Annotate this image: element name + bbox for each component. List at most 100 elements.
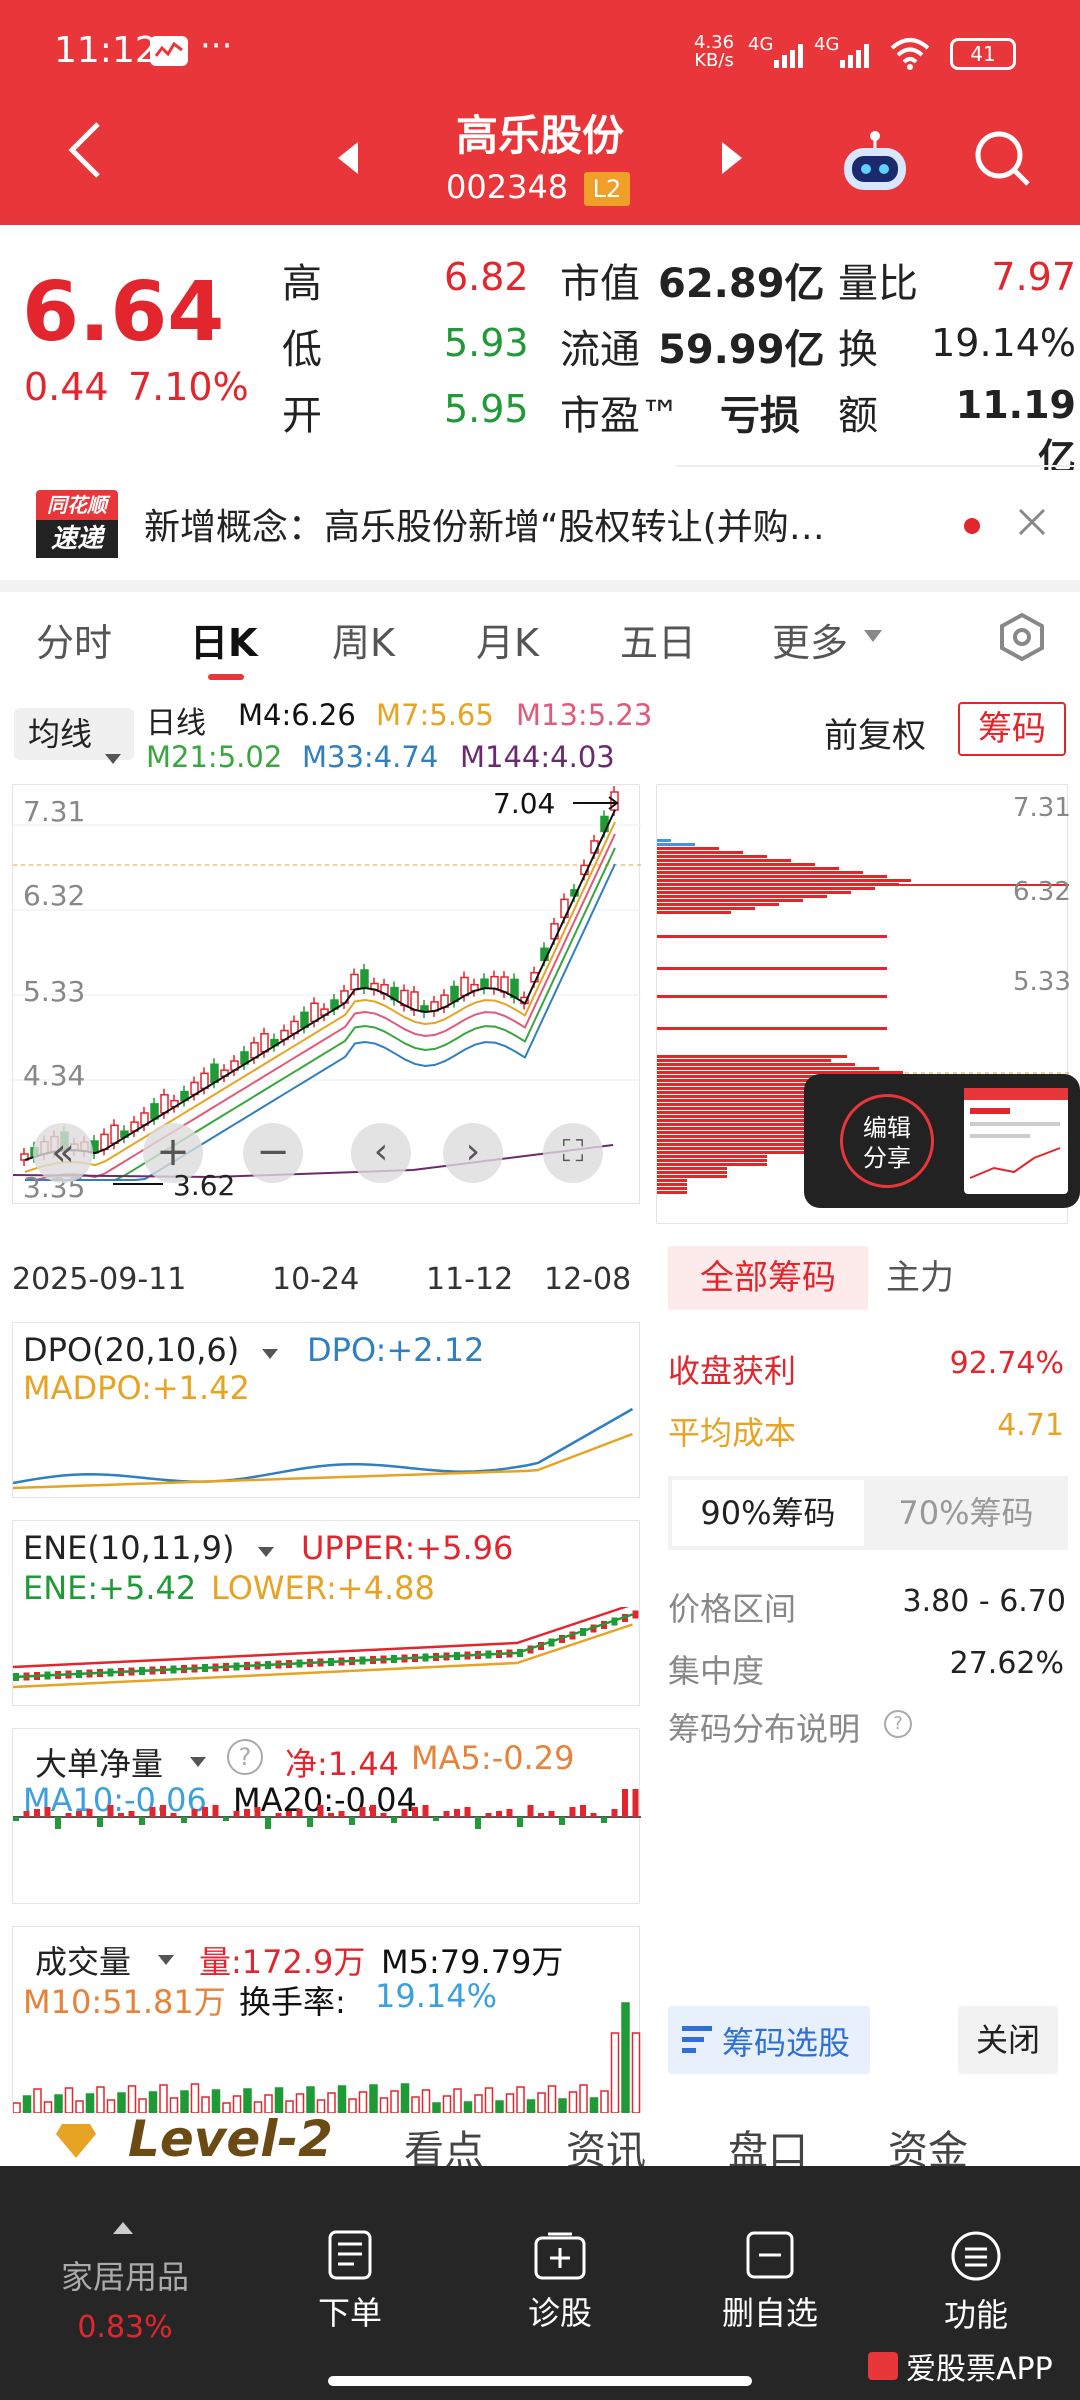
volume-bar [201, 2096, 210, 2113]
chip-bar [657, 903, 779, 906]
net-speed: 4.36 KB/s [694, 34, 734, 70]
date-label-4: 12-08 [544, 1262, 632, 1297]
help-icon[interactable]: ? [227, 1739, 263, 1775]
volume-bar [327, 2092, 336, 2113]
news-text[interactable]: 新增概念：高乐股份新增“股权转让(并购… [144, 498, 944, 550]
diagnose-icon [532, 2232, 588, 2288]
big-order-bar [485, 1813, 492, 1817]
chips-description-link[interactable]: 筹码分布说明 [668, 1704, 860, 1750]
tab-weekly-k[interactable]: 周K [332, 612, 395, 667]
tab-more[interactable]: 更多 [772, 612, 848, 667]
big-order-bar [317, 1805, 324, 1817]
avg-cost-value: 4.71 [997, 1408, 1064, 1443]
chip-bar [657, 1059, 831, 1062]
search-icon[interactable] [972, 128, 1032, 192]
nav-highlights[interactable]: 看点 [404, 2118, 484, 2166]
value-open: 5.95 [444, 387, 529, 431]
scroll-left-fast-icon[interactable]: « [33, 1123, 93, 1183]
active-tab-indicator [208, 674, 244, 680]
share-popup[interactable]: 编辑 分享 [804, 1074, 1080, 1208]
scroll-left-icon[interactable]: ‹ [351, 1123, 411, 1183]
news-ticker[interactable]: 同花顺 速递 新增概念：高乐股份新增“股权转让(并购… [0, 470, 1080, 580]
big-order-bar [254, 1807, 261, 1817]
tab-intraday[interactable]: 分时 [36, 612, 112, 667]
remove-watchlist-button[interactable]: 删自选 [700, 2230, 840, 2334]
order-button[interactable]: 下单 [290, 2230, 410, 2334]
close-chips-button[interactable]: 关闭 [958, 2006, 1058, 2074]
settings-hexagon-icon[interactable] [998, 612, 1046, 666]
level2-badge: L2 [584, 172, 630, 206]
tab-all-chips[interactable]: 全部筹码 [668, 1246, 868, 1310]
tab-daily-k[interactable]: 日K [190, 612, 257, 667]
big-order-bar [527, 1805, 534, 1817]
big-order-bar [97, 1817, 103, 1827]
volume-bar [22, 2095, 32, 2113]
prev-stock-icon[interactable] [336, 140, 360, 180]
big-order-bar [275, 1813, 282, 1817]
chip-bar [657, 851, 743, 854]
chips-button[interactable]: 筹码 [958, 702, 1066, 756]
share-button[interactable]: 编辑 分享 [840, 1094, 934, 1188]
volume-panel[interactable]: 成交量 量:172.9万 M5:79.79万 M10:51.81万 换手率: 1… [12, 1926, 641, 2113]
chip-bar [657, 1155, 767, 1158]
ma-selector[interactable]: 均线 [14, 708, 134, 764]
quote-panel: 6.64 0.44 7.10% 高 6.82 市值 62.89亿 量比 7.97… [0, 225, 1080, 480]
volume-bar [547, 2085, 557, 2113]
chip-bar [657, 911, 731, 914]
big-order-bar [55, 1817, 61, 1829]
back-icon[interactable] [64, 120, 104, 184]
logo-bottom-text: 速递 [36, 520, 118, 558]
help-icon[interactable]: ? [884, 1710, 912, 1738]
segment-70[interactable]: 70%筹码 [868, 1480, 1064, 1546]
dpo-name[interactable]: DPO(20,10,6) [23, 1331, 239, 1369]
zoom-out-icon[interactable]: − [243, 1123, 303, 1183]
volume-bar [411, 2096, 420, 2113]
date-label-1: 2025-09-11 [12, 1262, 187, 1297]
big-order-bar [233, 1811, 240, 1817]
volume-bar [600, 2090, 609, 2113]
volume-bar [211, 2089, 221, 2113]
segment-90[interactable]: 90%筹码 [672, 1480, 864, 1546]
ma33-label: M33:4.74 [302, 740, 439, 774]
home-indicator[interactable] [328, 2376, 752, 2386]
fullscreen-icon[interactable]: ⛶ [543, 1123, 603, 1183]
ene-name[interactable]: ENE(10,11,9) [23, 1529, 234, 1567]
big-order-name[interactable]: 大单净量 [35, 1739, 163, 1785]
dpo-value: DPO:+2.12 [307, 1331, 485, 1369]
kline-panel[interactable]: 7.31 6.32 5.33 4.34 3.35 7.04 « + − ‹ › … [12, 784, 641, 1226]
volume-bar [432, 2102, 441, 2113]
sector-name[interactable]: 家居用品 [30, 2252, 220, 2298]
chip-bar [657, 935, 887, 938]
candle-body [350, 973, 359, 991]
adjust-mode[interactable]: 前复权 [824, 708, 926, 757]
chips-stock-select-button[interactable]: 筹码选股 [668, 2006, 870, 2074]
robot-assistant-icon[interactable] [840, 128, 910, 196]
volume-bar [43, 2101, 53, 2113]
functions-button[interactable]: 功能 [916, 2230, 1036, 2336]
volume-bar [348, 2098, 357, 2113]
tab-main-chips[interactable]: 主力 [886, 1246, 954, 1310]
dpo-panel[interactable]: DPO(20,10,6) DPO:+2.12 MADPO:+1.42 [12, 1322, 640, 1498]
big-order-bar [538, 1813, 544, 1817]
watermark-logo-icon [868, 2352, 898, 2380]
close-icon[interactable] [1016, 506, 1050, 544]
nav-news[interactable]: 资讯 [566, 2118, 646, 2166]
date-label-3: 11-12 [426, 1262, 514, 1297]
nav-order-book[interactable]: 盘口 [728, 2118, 808, 2166]
big-order-panel[interactable]: 大单净量 ? 净:1.44 MA5:-0.29 MA10:-0.06 MA20:… [12, 1728, 641, 1904]
ene-panel[interactable]: ENE(10,11,9) UPPER:+5.96 ENE:+5.42 LOWER… [12, 1520, 640, 1706]
level2-logo[interactable]: Level-2 [128, 2116, 333, 2166]
ma-line [24, 809, 616, 1161]
next-stock-icon[interactable] [720, 140, 744, 180]
divider [676, 465, 1076, 467]
scroll-right-icon[interactable]: › [443, 1123, 503, 1183]
tab-monthly-k[interactable]: 月K [476, 612, 539, 667]
nav-capital[interactable]: 资金 [888, 2118, 968, 2166]
diagnose-button[interactable]: 诊股 [500, 2230, 620, 2334]
tab-five-day[interactable]: 五日 [620, 612, 696, 667]
volume-bar [379, 2097, 389, 2113]
volume-bar [421, 2089, 431, 2113]
list-filter-icon [682, 2026, 712, 2058]
big-order-bar [401, 1809, 408, 1817]
big-order-bar [212, 1805, 219, 1817]
